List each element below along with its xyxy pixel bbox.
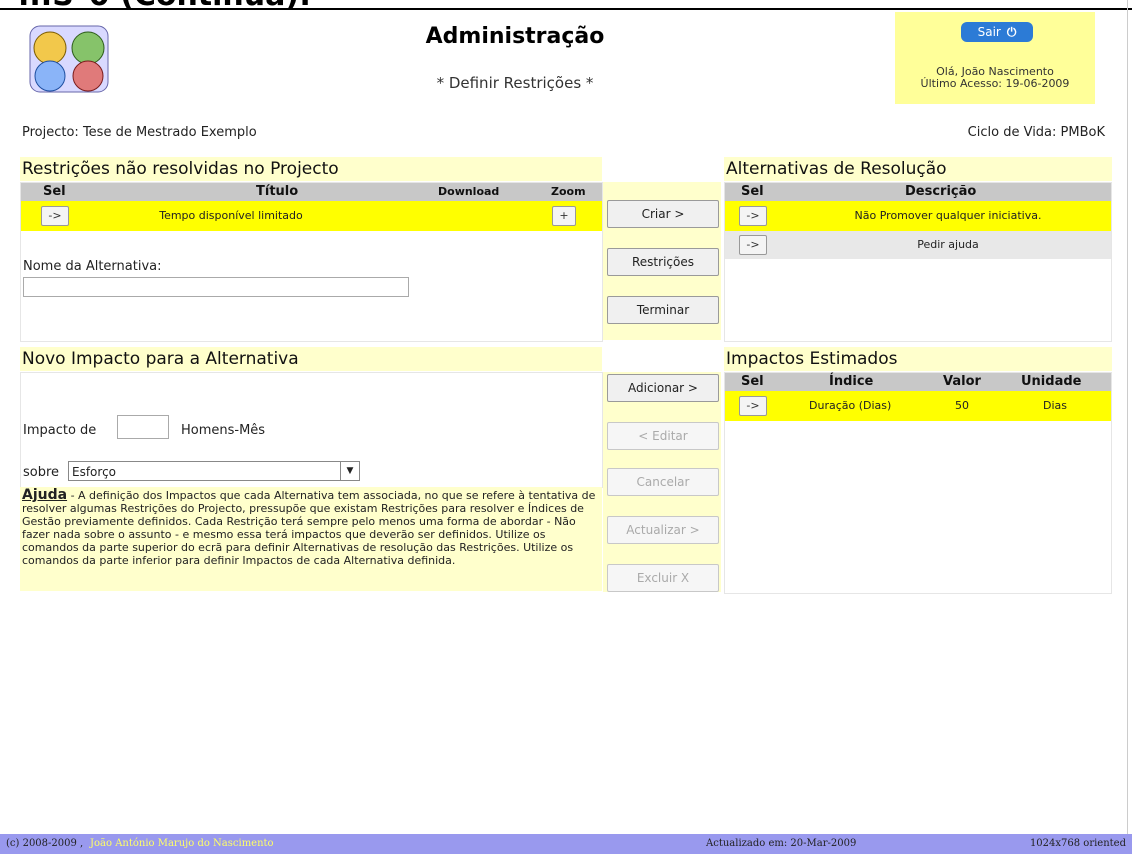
edit-button[interactable]: < Editar [607,422,719,450]
zoom-button[interactable]: + [552,206,576,226]
top-fragment: ...S_0 (Continua): [0,0,1132,10]
impact-title: Novo Impacto para a Alternativa [20,347,602,371]
col-title: Título [256,184,299,199]
top-fragment-text: ...S_0 (Continua): [18,0,311,8]
col-description: Descrição [905,184,977,199]
restrictions-button[interactable]: Restrições [607,248,719,276]
add-button[interactable]: Adicionar > [607,374,719,402]
lifecycle-label: Ciclo de Vida: PMBoK [967,125,1105,140]
help-title[interactable]: Ajuda [22,487,67,503]
footer-updated: Actualizado em: 20-Mar-2009 [706,838,857,849]
project-label: Projecto: Tese de Mestrado Exemplo [22,125,257,140]
unit-label: Homens-Mês [181,423,266,438]
delete-button[interactable]: Excluir X [607,564,719,592]
footer-copyright: (c) 2008-2009 , [6,838,84,849]
restrictions-panel: Sel Título Download Zoom -> Tempo dispon… [20,182,603,342]
restrictions-table-header: Sel Título Download Zoom [21,183,602,201]
col-sel: Sel [43,184,66,199]
col-unit: Unidade [1021,374,1082,389]
restriction-title-cell: Tempo disponível limitado [159,209,303,222]
alternatives-title: Alternativas de Resolução [724,157,1112,181]
help-box: Ajuda - A definição dos Impactos que cad… [20,487,602,591]
power-icon: ⏻ [1006,25,1017,39]
col-sel: Sel [741,184,764,199]
greeting: Olá, João Nascimento Último Acesso: 19-0… [895,66,1095,90]
col-sel: Sel [741,374,764,389]
estimated-table-header: Sel Índice Valor Unidade [725,373,1111,391]
alternatives-panel: Sel Descrição -> Não Promover qualquer i… [724,182,1112,342]
user-box: Sair ⏻ Olá, João Nascimento Último Acesso… [895,12,1095,104]
help-text: - A definição dos Impactos que cada Alte… [22,489,596,567]
alt-name-label: Nome da Alternativa: [23,259,162,274]
alternative-desc-cell: Não Promover qualquer iniciativa. [854,209,1042,222]
chevron-down-icon[interactable]: ▼ [340,462,359,480]
restrictions-title: Restrições não resolvidas no Projecto [20,157,602,181]
page-title: Administração [425,24,605,49]
impact-label: Impacto de [23,423,97,438]
estimated-panel: Sel Índice Valor Unidade -> Duração (Dia… [724,372,1112,594]
table-row[interactable]: -> Tempo disponível limitado + [21,201,602,231]
logout-button[interactable]: Sair ⏻ [961,22,1033,42]
index-select-value: Esforço [72,465,117,479]
page-subtitle: * Definir Restrições * [436,74,594,92]
finish-button[interactable]: Terminar [607,296,719,324]
col-value: Valor [943,374,981,389]
cancel-button[interactable]: Cancelar [607,468,719,496]
index-cell: Duração (Dias) [809,399,892,412]
table-row[interactable]: -> Pedir ajuda [725,231,1111,259]
impact-value-input[interactable] [117,415,169,439]
select-row-button[interactable]: -> [739,206,767,226]
last-access-text: Último Acesso: 19-06-2009 [920,77,1070,90]
select-row-button[interactable]: -> [739,396,767,416]
table-row[interactable]: -> Não Promover qualquer iniciativa. [725,201,1111,231]
index-select[interactable]: Esforço ▼ [68,461,360,481]
col-index: Índice [829,374,874,389]
unit-cell: Dias [1043,399,1067,412]
right-divider [1127,0,1128,854]
col-zoom: Zoom [551,185,586,198]
alternatives-table-header: Sel Descrição [725,183,1111,201]
over-label: sobre [23,465,60,480]
footer-resolution: 1024x768 oriented [1029,838,1126,849]
value-cell: 50 [955,399,969,412]
logout-label: Sair [977,25,1001,39]
col-download: Download [438,185,500,198]
alternative-desc-cell: Pedir ajuda [917,238,979,251]
create-button[interactable]: Criar > [607,200,719,228]
estimated-title: Impactos Estimados [724,347,1112,371]
footer: (c) 2008-2009 , João António Marujo do N… [0,834,1132,854]
app-logo [20,18,118,100]
table-row[interactable]: -> Duração (Dias) 50 Dias [725,391,1111,421]
update-button[interactable]: Actualizar > [607,516,719,544]
select-row-button[interactable]: -> [739,235,767,255]
footer-author-link[interactable]: João António Marujo do Nascimento [90,834,274,854]
alt-name-input[interactable] [23,277,409,297]
